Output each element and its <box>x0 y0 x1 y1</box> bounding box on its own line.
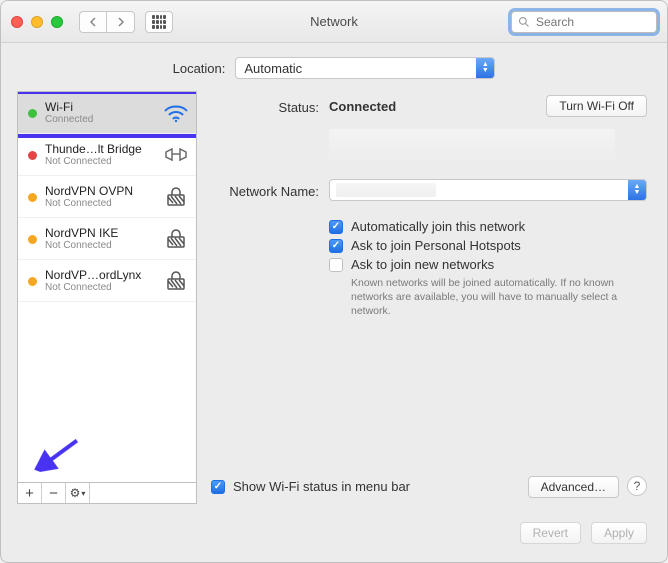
redacted-status-detail <box>329 129 615 161</box>
traffic-lights <box>11 16 63 28</box>
apply-button[interactable]: Apply <box>591 522 647 544</box>
auto-join-label: Automatically join this network <box>351 219 525 234</box>
status-dot-inactive <box>28 193 37 202</box>
service-item-thunderbolt[interactable]: Thunde…lt Bridge Not Connected <box>18 134 196 176</box>
show-all-button[interactable] <box>145 11 173 33</box>
zoom-button[interactable] <box>51 16 63 28</box>
location-label: Location: <box>173 61 226 76</box>
search-icon <box>518 16 530 28</box>
sidebar-tools: + − ⚙︎▾ <box>17 482 197 504</box>
service-name: NordVPN IKE <box>45 226 154 240</box>
help-button[interactable]: ? <box>627 476 647 496</box>
body: Wi-Fi Connected Thunde…lt Bridge Not Con… <box>1 87 667 514</box>
show-menubar-label: Show Wi-Fi status in menu bar <box>233 479 410 494</box>
location-select[interactable]: Automatic ▲▼ <box>235 57 495 79</box>
ask-hotspot-checkbox[interactable]: ✓ Ask to join Personal Hotspots <box>329 238 647 253</box>
nav-buttons <box>79 11 135 33</box>
auto-join-checkbox[interactable]: ✓ Automatically join this network <box>329 219 647 234</box>
redacted-network-name <box>336 183 436 197</box>
minimize-button[interactable] <box>31 16 43 28</box>
show-menubar-checkbox[interactable]: ✓ Show Wi-Fi status in menu bar <box>211 479 410 494</box>
service-name: Wi-Fi <box>45 100 154 114</box>
ask-new-networks-checkbox[interactable]: Ask to join new networks <box>329 257 647 272</box>
search-input[interactable] <box>534 14 650 30</box>
grid-icon <box>152 15 166 29</box>
status-dot-inactive <box>28 277 37 286</box>
service-name: NordVPN OVPN <box>45 184 154 198</box>
vpn-lock-icon <box>162 229 190 249</box>
service-status: Not Connected <box>45 198 154 209</box>
close-button[interactable] <box>11 16 23 28</box>
chevron-down-icon: ▾ <box>81 489 85 498</box>
thunderbolt-bridge-icon <box>162 146 190 164</box>
status-label: Status: <box>211 98 329 115</box>
select-caret-icon: ▲▼ <box>628 180 646 200</box>
wifi-icon <box>162 103 190 123</box>
status-dot-disconnected <box>28 151 37 160</box>
status-dot-connected <box>28 109 37 118</box>
network-preferences-window: Network Location: Automatic ▲▼ Wi-Fi Con… <box>0 0 668 563</box>
service-item-wifi[interactable]: Wi-Fi Connected <box>18 92 196 134</box>
chevron-right-icon <box>117 17 125 27</box>
vpn-lock-icon <box>162 271 190 291</box>
detail-pane: Status: Connected Turn Wi-Fi Off Network… <box>207 91 651 504</box>
location-row: Location: Automatic ▲▼ <box>1 43 667 87</box>
status-value: Connected <box>329 99 396 114</box>
advanced-button[interactable]: Advanced… <box>528 476 619 498</box>
network-name-select[interactable]: ▲▼ <box>329 179 647 201</box>
checkbox-checked-icon: ✓ <box>211 480 225 494</box>
services-sidebar: Wi-Fi Connected Thunde…lt Bridge Not Con… <box>17 91 197 504</box>
footer: Revert Apply <box>1 514 667 562</box>
remove-service-button[interactable]: − <box>42 483 66 503</box>
tool-spacer <box>90 483 196 503</box>
titlebar: Network <box>1 1 667 43</box>
checkbox-checked-icon: ✓ <box>329 239 343 253</box>
service-status: Not Connected <box>45 156 154 167</box>
add-service-button[interactable]: + <box>18 483 42 503</box>
service-item-nordvpn-nordlynx[interactable]: NordVP…ordLynx Not Connected <box>18 260 196 302</box>
service-name: NordVP…ordLynx <box>45 268 154 282</box>
select-caret-icon: ▲▼ <box>476 58 494 78</box>
forward-button[interactable] <box>107 11 135 33</box>
location-value: Automatic <box>244 61 302 76</box>
service-item-nordvpn-ike[interactable]: NordVPN IKE Not Connected <box>18 218 196 260</box>
back-button[interactable] <box>79 11 107 33</box>
ask-new-networks-label: Ask to join new networks <box>351 257 494 272</box>
checkbox-checked-icon: ✓ <box>329 220 343 234</box>
checkbox-unchecked-icon <box>329 258 343 272</box>
service-status: Not Connected <box>45 282 154 293</box>
wifi-toggle-button[interactable]: Turn Wi-Fi Off <box>546 95 647 117</box>
vpn-lock-icon <box>162 187 190 207</box>
services-list[interactable]: Wi-Fi Connected Thunde…lt Bridge Not Con… <box>17 91 197 482</box>
network-name-label: Network Name: <box>211 182 329 199</box>
chevron-left-icon <box>89 17 97 27</box>
service-item-nordvpn-ovpn[interactable]: NordVPN OVPN Not Connected <box>18 176 196 218</box>
ask-new-networks-hint: Known networks will be joined automatica… <box>351 276 631 319</box>
service-action-menu[interactable]: ⚙︎▾ <box>66 483 90 503</box>
status-dot-inactive <box>28 235 37 244</box>
service-status: Not Connected <box>45 240 154 251</box>
revert-button[interactable]: Revert <box>520 522 581 544</box>
ask-hotspot-label: Ask to join Personal Hotspots <box>351 238 521 253</box>
detail-bottom-row: ✓ Show Wi-Fi status in menu bar Advanced… <box>211 469 647 504</box>
gear-icon: ⚙︎ <box>70 486 81 500</box>
service-status: Connected <box>45 114 154 125</box>
service-name: Thunde…lt Bridge <box>45 142 154 156</box>
search-field[interactable] <box>511 11 657 33</box>
